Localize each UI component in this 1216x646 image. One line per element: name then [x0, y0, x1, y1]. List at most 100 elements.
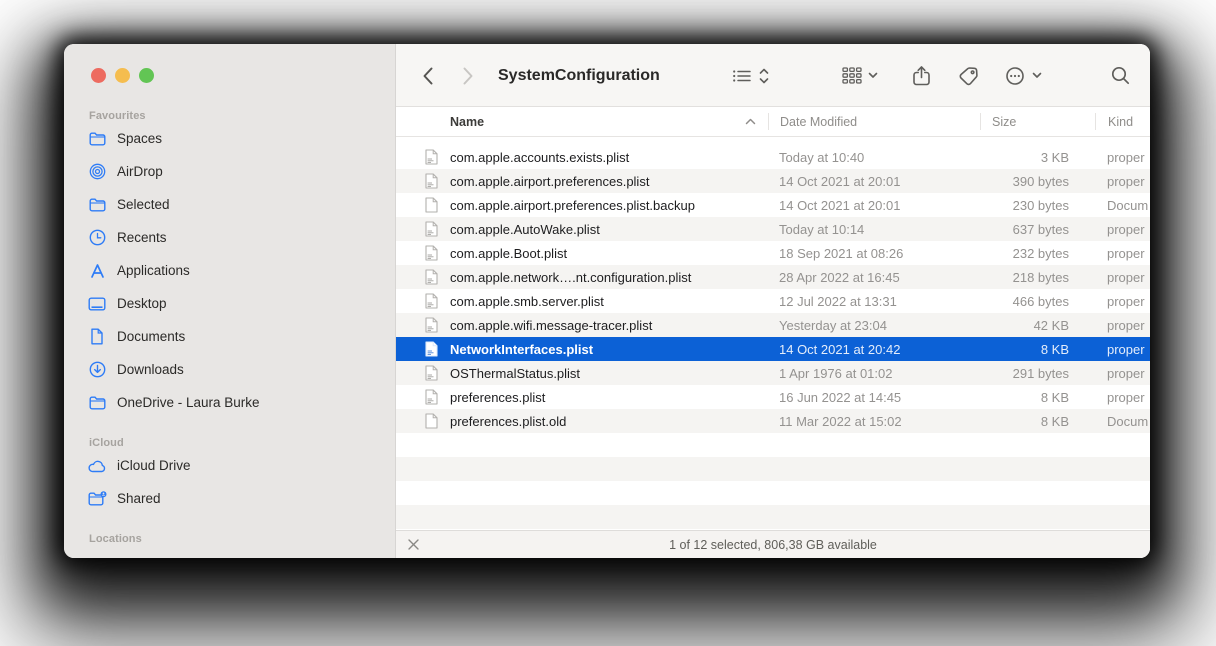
- sidebar: Favourites Spaces AirDrop Selected Recents Ap…: [64, 44, 396, 558]
- empty-row: [396, 457, 1150, 481]
- sidebar-item-label: OneDrive - Laura Burke: [117, 395, 260, 410]
- sidebar-item-spaces[interactable]: Spaces: [64, 122, 395, 155]
- sidebar-item-documents[interactable]: Documents: [64, 320, 395, 353]
- view-options-control[interactable]: [732, 44, 769, 107]
- main-pane: SystemConfiguration: [396, 44, 1150, 558]
- sidebar-item-shared[interactable]: Shared: [64, 482, 395, 515]
- table-header: Name Date Modified Size Kind: [396, 107, 1150, 137]
- table-row[interactable]: preferences.plist.old 11 Mar 2022 at 15:…: [396, 409, 1150, 433]
- sidebar-section-header-favourites: Favourites: [64, 110, 395, 122]
- table-row[interactable]: com.apple.network….nt.configuration.plis…: [396, 265, 1150, 289]
- sidebar-item-label: Selected: [117, 197, 170, 212]
- sort-ascending-icon: [745, 118, 756, 125]
- table-row[interactable]: OSThermalStatus.plist 1 Apr 1976 at 01:0…: [396, 361, 1150, 385]
- cloud-icon: [87, 457, 107, 475]
- table-row[interactable]: com.apple.Boot.plist 18 Sep 2021 at 08:2…: [396, 241, 1150, 265]
- sidebar-item-label: iCloud Drive: [117, 458, 191, 473]
- plist-file-icon: [425, 173, 438, 189]
- plist-file-icon: [425, 245, 438, 261]
- sidebar-item-downloads[interactable]: Downloads: [64, 353, 395, 386]
- table-row[interactable]: com.apple.wifi.message-tracer.plist Yest…: [396, 313, 1150, 337]
- sidebar-item-label: Downloads: [117, 362, 184, 377]
- sidebar-item-label: Recents: [117, 230, 167, 245]
- folder-icon: [87, 394, 107, 412]
- sidebar-section-header-icloud: iCloud: [64, 437, 395, 449]
- sidebar-sections: Favourites Spaces AirDrop Selected Recents Ap…: [64, 110, 395, 545]
- app-a-icon: [87, 262, 107, 280]
- empty-row: [396, 505, 1150, 529]
- minimize-window-button[interactable]: [115, 68, 130, 83]
- sidebar-section-header-locations: Locations: [64, 533, 395, 545]
- chevron-right-icon: [462, 66, 474, 86]
- blank-file-icon: [425, 197, 438, 213]
- folder-badge-icon: [87, 490, 107, 508]
- column-label-name: Name: [450, 115, 484, 129]
- sidebar-item-label: Applications: [117, 263, 190, 278]
- sidebar-item-label: Spaces: [117, 131, 162, 146]
- clock-icon: [87, 229, 107, 247]
- column-header-size[interactable]: Size: [980, 113, 1095, 130]
- group-by-button[interactable]: [842, 44, 878, 107]
- ellipsis-circle-icon: [1004, 65, 1026, 87]
- window-title: SystemConfiguration: [498, 44, 660, 107]
- table-row[interactable]: com.apple.airport.preferences.plist 14 O…: [396, 169, 1150, 193]
- folder-icon: [87, 196, 107, 214]
- download-circle-icon: [87, 361, 107, 379]
- tags-button[interactable]: [958, 44, 980, 107]
- forward-button[interactable]: [462, 44, 474, 107]
- finder-window: Favourites Spaces AirDrop Selected Recents Ap…: [64, 44, 1150, 558]
- chevron-down-icon: [868, 72, 878, 79]
- folder-icon: [87, 130, 107, 148]
- screenshot-stage: Favourites Spaces AirDrop Selected Recents Ap…: [0, 0, 1216, 646]
- table-row[interactable]: com.apple.AutoWake.plist Today at 10:14 …: [396, 217, 1150, 241]
- plist-file-icon: [425, 341, 438, 357]
- plist-file-icon: [425, 365, 438, 381]
- airdrop-icon: [87, 163, 107, 181]
- sidebar-item-onedrive-laura-burke[interactable]: OneDrive - Laura Burke: [64, 386, 395, 419]
- sort-updown-icon: [759, 68, 769, 84]
- traffic-lights: [64, 68, 395, 83]
- list-view-icon: [732, 68, 752, 84]
- status-text: 1 of 12 selected, 806,38 GB available: [669, 538, 877, 552]
- file-list: com.apple.accounts.exists.plist Today at…: [396, 137, 1150, 530]
- more-actions-button[interactable]: [1004, 44, 1042, 107]
- chevron-left-icon: [422, 66, 434, 86]
- share-button[interactable]: [912, 44, 931, 107]
- sidebar-item-applications[interactable]: Applications: [64, 254, 395, 287]
- tag-icon: [958, 65, 980, 87]
- plist-file-icon: [425, 149, 438, 165]
- sidebar-item-airdrop[interactable]: AirDrop: [64, 155, 395, 188]
- share-icon: [912, 65, 931, 87]
- sidebar-item-recents[interactable]: Recents: [64, 221, 395, 254]
- table-row[interactable]: com.apple.accounts.exists.plist Today at…: [396, 145, 1150, 169]
- column-header-name[interactable]: Name: [396, 115, 768, 129]
- plist-file-icon: [425, 317, 438, 333]
- table-row[interactable]: com.apple.airport.preferences.plist.back…: [396, 193, 1150, 217]
- sidebar-item-selected[interactable]: Selected: [64, 188, 395, 221]
- column-header-kind[interactable]: Kind: [1095, 113, 1150, 130]
- group-grid-icon: [842, 67, 862, 84]
- sidebar-item-icloud-drive[interactable]: iCloud Drive: [64, 449, 395, 482]
- empty-row: [396, 433, 1150, 457]
- sidebar-item-label: AirDrop: [117, 164, 163, 179]
- document-icon: [87, 328, 107, 346]
- close-window-button[interactable]: [91, 68, 106, 83]
- blank-file-icon: [425, 413, 438, 429]
- sidebar-item-desktop[interactable]: Desktop: [64, 287, 395, 320]
- column-header-date-modified[interactable]: Date Modified: [768, 113, 980, 130]
- close-x-icon[interactable]: [407, 538, 420, 551]
- sidebar-item-label: Documents: [117, 329, 185, 344]
- table-row[interactable]: preferences.plist 16 Jun 2022 at 14:45 8…: [396, 385, 1150, 409]
- empty-row: [396, 481, 1150, 505]
- desktop-icon: [87, 295, 107, 313]
- plist-file-icon: [425, 221, 438, 237]
- zoom-window-button[interactable]: [139, 68, 154, 83]
- sidebar-item-label: Desktop: [117, 296, 167, 311]
- search-button[interactable]: [1110, 44, 1131, 107]
- plist-file-icon: [425, 389, 438, 405]
- status-bar: 1 of 12 selected, 806,38 GB available: [396, 530, 1150, 558]
- search-icon: [1110, 65, 1131, 86]
- table-row[interactable]: com.apple.smb.server.plist 12 Jul 2022 a…: [396, 289, 1150, 313]
- table-row-selected[interactable]: NetworkInterfaces.plist 14 Oct 2021 at 2…: [396, 337, 1150, 361]
- back-button[interactable]: [422, 44, 434, 107]
